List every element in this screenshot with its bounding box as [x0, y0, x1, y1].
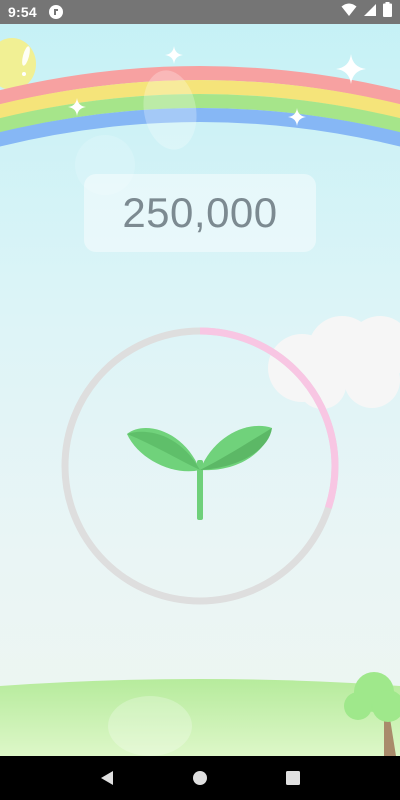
- tree-decoration: [344, 672, 400, 756]
- sprout-icon[interactable]: [124, 420, 276, 524]
- app-screen: 9:54 250,000: [0, 0, 400, 800]
- wifi-icon: [341, 3, 357, 22]
- counter-panel: 250,000: [84, 174, 316, 252]
- sparkle-icon: [288, 108, 306, 126]
- status-bar: 9:54: [0, 0, 400, 24]
- sparkle-icon: [68, 98, 86, 116]
- battery-icon: [383, 2, 392, 22]
- sparkle-icon: [165, 46, 183, 64]
- cellular-signal-icon: [363, 3, 377, 22]
- home-icon[interactable]: [180, 760, 220, 796]
- ground-decoration: [0, 679, 400, 756]
- navigation-bar: [0, 756, 400, 800]
- counter-value: 250,000: [122, 189, 278, 236]
- recents-icon[interactable]: [273, 760, 313, 796]
- status-time: 9:54: [8, 4, 37, 20]
- sparkle-icon: [336, 54, 366, 84]
- back-icon[interactable]: [87, 760, 127, 796]
- app-notification-icon: [48, 5, 63, 19]
